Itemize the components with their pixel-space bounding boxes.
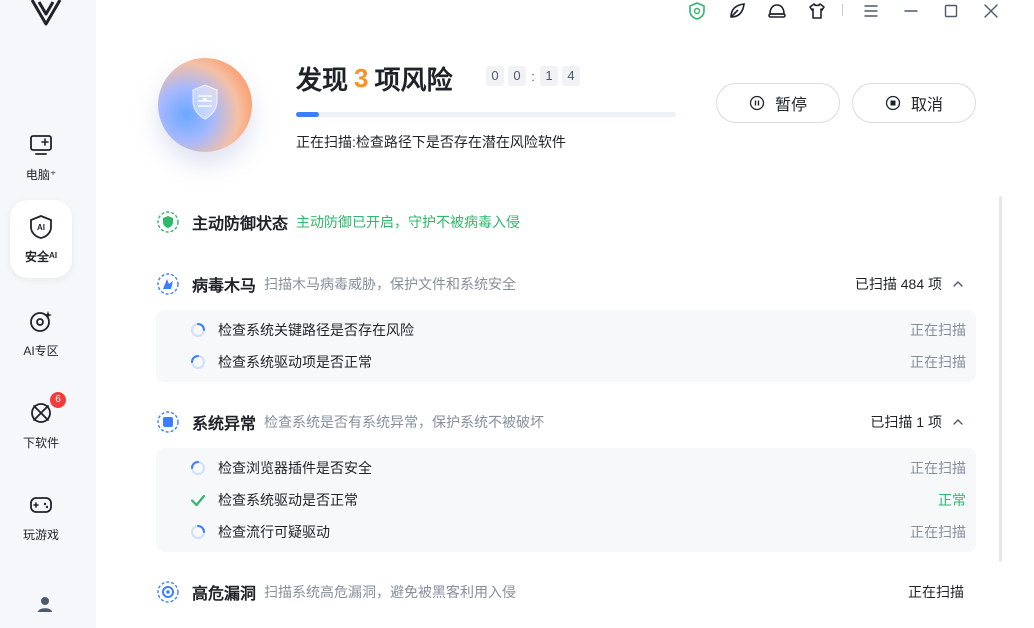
sidebar-item-label: 电脑⁺ [25, 167, 57, 182]
sidebar: 电脑⁺ AI 安全ᴬᴵ AI专区 6 下软件 玩游戏 [0, 0, 96, 628]
computer-icon [30, 134, 52, 155]
vuln-section-header[interactable]: 高危漏洞 扫描系统高危漏洞，避免被黑客利用入侵 正在扫描 [156, 580, 976, 604]
svg-text:AI: AI [37, 223, 45, 232]
check-item-status: 正在扫描 [910, 460, 966, 476]
sidebar-item-games[interactable]: 玩游戏 [10, 478, 72, 556]
gamepad-icon [30, 496, 52, 513]
ai-zone-icon [30, 310, 52, 332]
scan-progress-fill [296, 112, 319, 117]
check-item-status: 正常 [938, 492, 966, 508]
timer-colon: : [531, 68, 535, 84]
timer-digit: 0 [486, 66, 504, 86]
list-item: 检查浏览器插件是否安全 正在扫描 [191, 458, 966, 478]
scan-status-text: 正在扫描:检查路径下是否存在潜在风险软件 [296, 134, 566, 150]
system-detail-panel: 检查浏览器插件是否安全 正在扫描 检查系统驱动是否正常 正常 检查流行可疑驱动 … [156, 448, 976, 552]
chevron-up-icon[interactable] [952, 278, 964, 290]
sidebar-item-label: AI专区 [23, 343, 59, 358]
timer-digit: 4 [562, 66, 580, 86]
check-item-label: 检查流行可疑驱动 [218, 524, 330, 540]
scan-progress-bar [296, 112, 676, 117]
virus-summary: 已扫描 484 项 [855, 274, 976, 294]
defense-title: 主动防御状态 [192, 216, 289, 233]
title-suffix: 项风险 [374, 65, 453, 95]
titlebar-separator [842, 4, 843, 16]
virus-title: 病毒木马 [192, 278, 257, 295]
shield-scan-icon [192, 84, 218, 120]
sidebar-item-security[interactable]: AI 安全ᴬᴵ [10, 200, 72, 278]
virus-scan-count: 已扫描 484 项 [854, 276, 942, 292]
sidebar-item-label: 下软件 [22, 435, 59, 450]
title-prefix: 发现 [296, 65, 349, 95]
page-title: 发现 3 项风险 [296, 60, 453, 97]
check-item-label: 检查系统关键路径是否存在风险 [218, 322, 414, 338]
check-item-label: 检查浏览器插件是否安全 [218, 460, 372, 476]
menu-icon[interactable] [862, 2, 880, 20]
timer-digit: 0 [508, 66, 526, 86]
minimize-icon[interactable] [902, 2, 920, 20]
checkmark-icon [190, 494, 206, 507]
list-item: 检查系统驱动项是否正常 正在扫描 [191, 352, 966, 372]
loading-spinner-icon [191, 323, 205, 337]
loading-spinner-icon [191, 461, 205, 475]
sidebar-item-label: 玩游戏 [22, 527, 59, 542]
virus-desc: 扫描木马病毒威胁，保护文件和系统安全 [264, 276, 517, 292]
sidebar-item-computer[interactable]: 电脑⁺ [10, 118, 72, 196]
virus-detail-panel: 检查系统关键路径是否存在风险 正在扫描 检查系统驱动项是否正常 正在扫描 [156, 310, 976, 382]
vuln-summary: 正在扫描 [908, 582, 976, 602]
check-item-label: 检查系统驱动项是否正常 [218, 354, 372, 370]
pause-button-label: 暂停 [774, 97, 807, 114]
shield-status-icon[interactable] [688, 2, 706, 20]
pause-button[interactable]: 暂停 [716, 83, 840, 123]
vulnerability-icon [157, 581, 179, 603]
vuln-desc: 扫描系统高危漏洞，避免被黑客利用入侵 [264, 584, 517, 600]
check-item-label: 检查系统驱动是否正常 [218, 492, 358, 508]
chevron-up-icon[interactable] [952, 416, 964, 428]
cancel-button-label: 取消 [910, 97, 943, 114]
shirt-icon[interactable] [808, 2, 826, 20]
scan-timer: 0 0 : 1 4 [486, 66, 580, 86]
stop-icon [885, 95, 901, 111]
timer-digit: 1 [540, 66, 558, 86]
close-icon[interactable] [982, 2, 1000, 20]
cancel-button[interactable]: 取消 [852, 83, 976, 123]
scan-orb [158, 58, 252, 152]
system-scan-count: 已扫描 1 项 [870, 414, 942, 430]
defense-status-section: 主动防御状态 主动防御已开启，守护不被病毒入侵 [156, 210, 976, 234]
system-title: 系统异常 [192, 416, 257, 433]
sidebar-item-software[interactable]: 6 下软件 [10, 386, 72, 464]
list-item: 检查系统关键路径是否存在风险 正在扫描 [191, 320, 966, 340]
sidebar-item-ai-zone[interactable]: AI专区 [10, 294, 72, 372]
app-logo-icon [30, 0, 62, 26]
vuln-title: 高危漏洞 [192, 586, 257, 603]
risk-count: 3 [354, 63, 369, 93]
vuln-scan-status: 正在扫描 [908, 584, 964, 600]
sidebar-item-label: 安全ᴬᴵ [25, 249, 57, 264]
check-item-status: 正在扫描 [910, 524, 966, 540]
active-defense-icon [157, 211, 179, 233]
system-desc: 检查系统是否有系统异常，保护系统不被破坏 [264, 414, 545, 430]
list-item: 检查系统驱动是否正常 正常 [190, 490, 966, 510]
leaf-icon[interactable] [728, 2, 746, 20]
maximize-icon[interactable] [942, 2, 960, 20]
check-item-status: 正在扫描 [910, 322, 966, 338]
notification-badge: 6 [50, 391, 66, 408]
software-icon-wrap: 6 [28, 391, 66, 426]
helmet-icon[interactable] [768, 2, 786, 20]
system-anomaly-icon [157, 411, 179, 433]
ai-shield-icon: AI [30, 214, 52, 239]
virus-section-header[interactable]: 病毒木马 扫描木马病毒威胁，保护文件和系统安全 已扫描 484 项 [156, 272, 976, 296]
check-item-status: 正在扫描 [910, 354, 966, 370]
user-avatar-icon[interactable] [35, 594, 55, 614]
list-item: 检查流行可疑驱动 正在扫描 [191, 522, 966, 542]
system-summary: 已扫描 1 项 [870, 412, 976, 432]
scrollbar[interactable] [999, 196, 1002, 562]
pause-icon [749, 95, 765, 111]
system-section-header[interactable]: 系统异常 检查系统是否有系统异常，保护系统不被破坏 已扫描 1 项 [156, 410, 976, 434]
virus-trojan-icon [157, 273, 179, 295]
defense-desc: 主动防御已开启，守护不被病毒入侵 [296, 214, 521, 230]
loading-spinner-icon [191, 525, 205, 539]
loading-spinner-icon [191, 355, 205, 369]
